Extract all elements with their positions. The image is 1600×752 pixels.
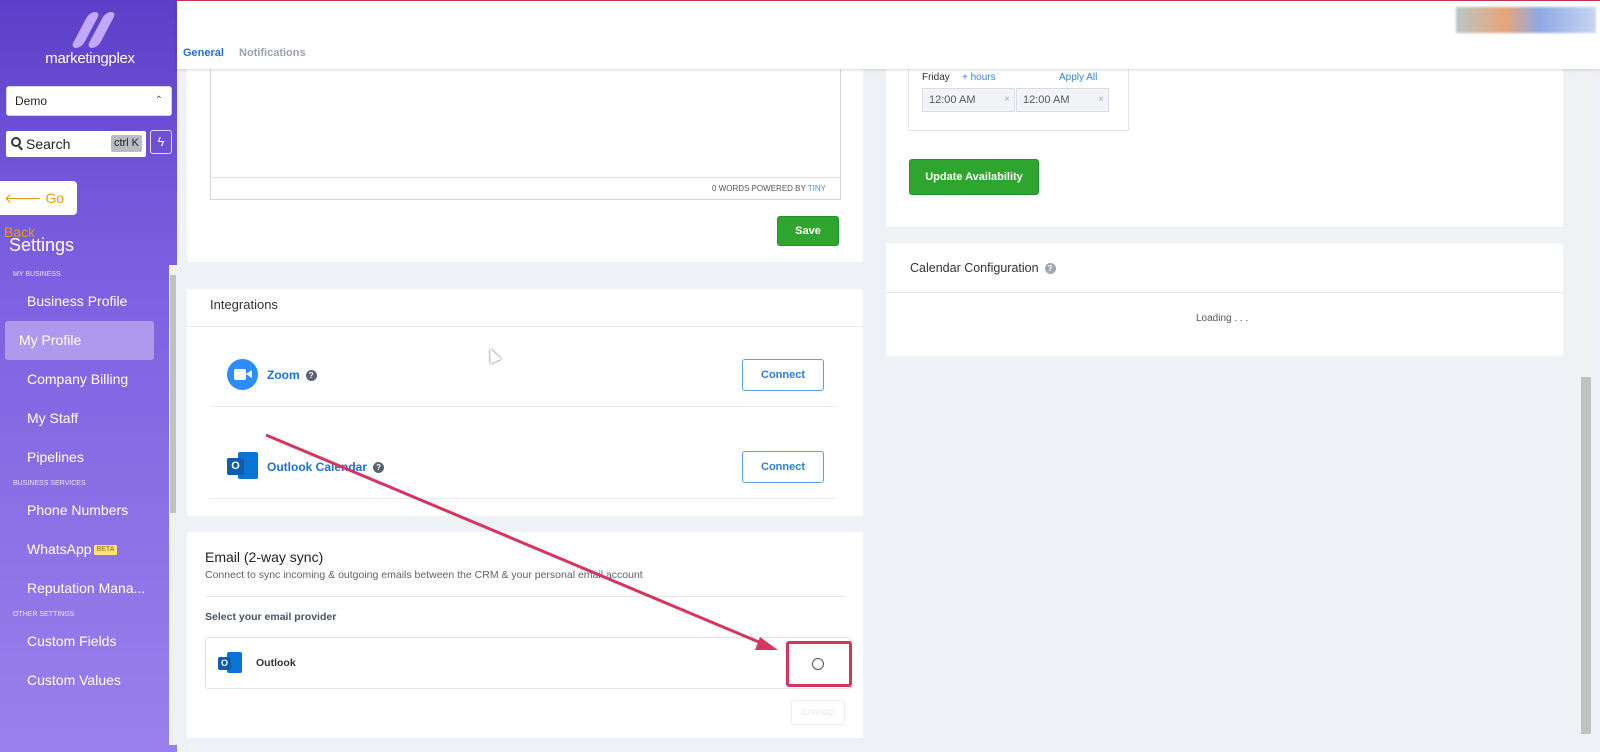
end-time-input[interactable]: 12:00 AM × <box>1016 88 1109 112</box>
arrow-left-icon: 🡐 <box>4 190 42 206</box>
sidebar-item-my-staff[interactable]: My Staff <box>5 399 154 438</box>
nav-section-label: BUSINESS SERVICES <box>13 480 86 487</box>
sidebar-item-business-profile[interactable]: Business Profile <box>5 282 154 321</box>
email-connect-button[interactable]: Connect <box>791 700 845 725</box>
zoom-connect-button[interactable]: Connect <box>742 359 824 391</box>
search-icon <box>11 137 21 147</box>
integration-name: Outlook Calendar <box>267 460 368 474</box>
word-count: 0 WORDS POWERED BY <box>712 184 806 193</box>
logo[interactable]: marketingplex <box>40 12 140 67</box>
settings-title: Settings <box>9 235 75 255</box>
integrations-title: Integrations <box>210 297 278 312</box>
nav-section-label: MY BUSINESS <box>13 271 61 278</box>
location-select[interactable]: Demo ⌃ <box>6 86 172 116</box>
highlight-box <box>786 641 852 687</box>
tab-notifications[interactable]: Notifications <box>239 47 306 59</box>
beta-badge: BETA <box>93 545 118 556</box>
bolt-icon[interactable]: ϟ <box>150 130 172 154</box>
integration-outlook-calendar: Outlook Calendar? <box>267 460 385 474</box>
tiny-link[interactable]: TINY <box>808 184 826 193</box>
help-icon[interactable]: ? <box>373 462 385 474</box>
sidebar-item-whatsapp[interactable]: WhatsApp BETA <box>5 530 154 569</box>
search-label: Search <box>26 136 71 152</box>
save-button[interactable]: Save <box>777 216 839 246</box>
sidebar-scrollbar[interactable] <box>169 265 177 745</box>
update-availability-button[interactable]: Update Availability <box>909 159 1039 195</box>
user-avatar[interactable] <box>1456 7 1596 33</box>
go-back-button[interactable]: 🡐 Go Back <box>0 181 77 240</box>
main-scrollbar[interactable] <box>1580 69 1592 739</box>
tab-general[interactable]: General <box>183 47 224 59</box>
calendar-config-card <box>886 243 1563 356</box>
calendar-config-label: Calendar Configuration <box>910 261 1039 275</box>
apply-all-link[interactable]: Apply All <box>1059 72 1097 83</box>
calendar-config-title: Calendar Configuration? <box>910 261 1056 275</box>
logo-text: marketingplex <box>45 50 135 67</box>
sidebar-item-custom-values[interactable]: Custom Values <box>5 661 154 700</box>
end-time-value: 12:00 AM <box>1023 94 1070 106</box>
help-icon[interactable]: ? <box>305 370 317 382</box>
provider-option-outlook[interactable]: O Outlook <box>205 637 851 689</box>
email-provider-label: Select your email provider <box>205 611 337 623</box>
sidebar-item-phone-numbers[interactable]: Phone Numbers <box>5 491 154 530</box>
rich-text-editor[interactable]: 0 WORDS POWERED BY TINY <box>210 69 841 200</box>
nav-section-label: OTHER SETTINGS <box>13 611 75 618</box>
email-sync-subtitle: Connect to sync incoming & outgoing emai… <box>205 569 643 581</box>
sidebar-item-my-profile[interactable]: My Profile <box>5 321 154 360</box>
integration-zoom: Zoom? <box>267 368 317 382</box>
zoom-icon <box>227 359 258 390</box>
sidebar-item-reputation[interactable]: Reputation Mana... <box>5 569 154 608</box>
provider-name: Outlook <box>256 657 296 669</box>
sidebar-item-pipelines[interactable]: Pipelines <box>5 438 154 477</box>
day-label: Friday <box>922 72 950 83</box>
start-time-input[interactable]: 12:00 AM × <box>922 88 1015 112</box>
editor-footer: 0 WORDS POWERED BY TINY <box>211 177 840 199</box>
outlook-calendar-connect-button[interactable]: Connect <box>742 451 824 483</box>
search-input[interactable]: Search ctrl K <box>6 131 146 157</box>
search-shortcut: ctrl K <box>110 135 142 152</box>
sidebar-item-custom-fields[interactable]: Custom Fields <box>5 622 154 661</box>
sidebar: marketingplex Demo ⌃ Search ctrl K ϟ 🡐 G… <box>0 0 177 752</box>
location-value: Demo <box>15 94 48 108</box>
sidebar-item-label: WhatsApp <box>27 541 92 557</box>
clear-icon[interactable]: × <box>1098 89 1104 111</box>
start-time-value: 12:00 AM <box>929 94 976 106</box>
help-icon[interactable]: ? <box>1044 263 1056 275</box>
logo-icon <box>66 12 117 48</box>
top-bar: General Notifications <box>177 0 1600 69</box>
sidebar-item-company-billing[interactable]: Company Billing <box>5 360 154 399</box>
chevron-updown-icon: ⌃ <box>154 95 163 106</box>
clear-icon[interactable]: × <box>1004 89 1010 111</box>
settings-nav: MY BUSINESS Business Profile My Profile … <box>0 268 168 700</box>
email-sync-title: Email (2-way sync) <box>205 549 324 565</box>
integration-name: Zoom <box>267 368 300 382</box>
add-hours-link[interactable]: + hours <box>962 72 996 83</box>
outlook-icon: O <box>218 652 242 674</box>
outlook-icon: O <box>227 452 258 481</box>
loading-text: Loading . . . <box>1196 313 1249 324</box>
